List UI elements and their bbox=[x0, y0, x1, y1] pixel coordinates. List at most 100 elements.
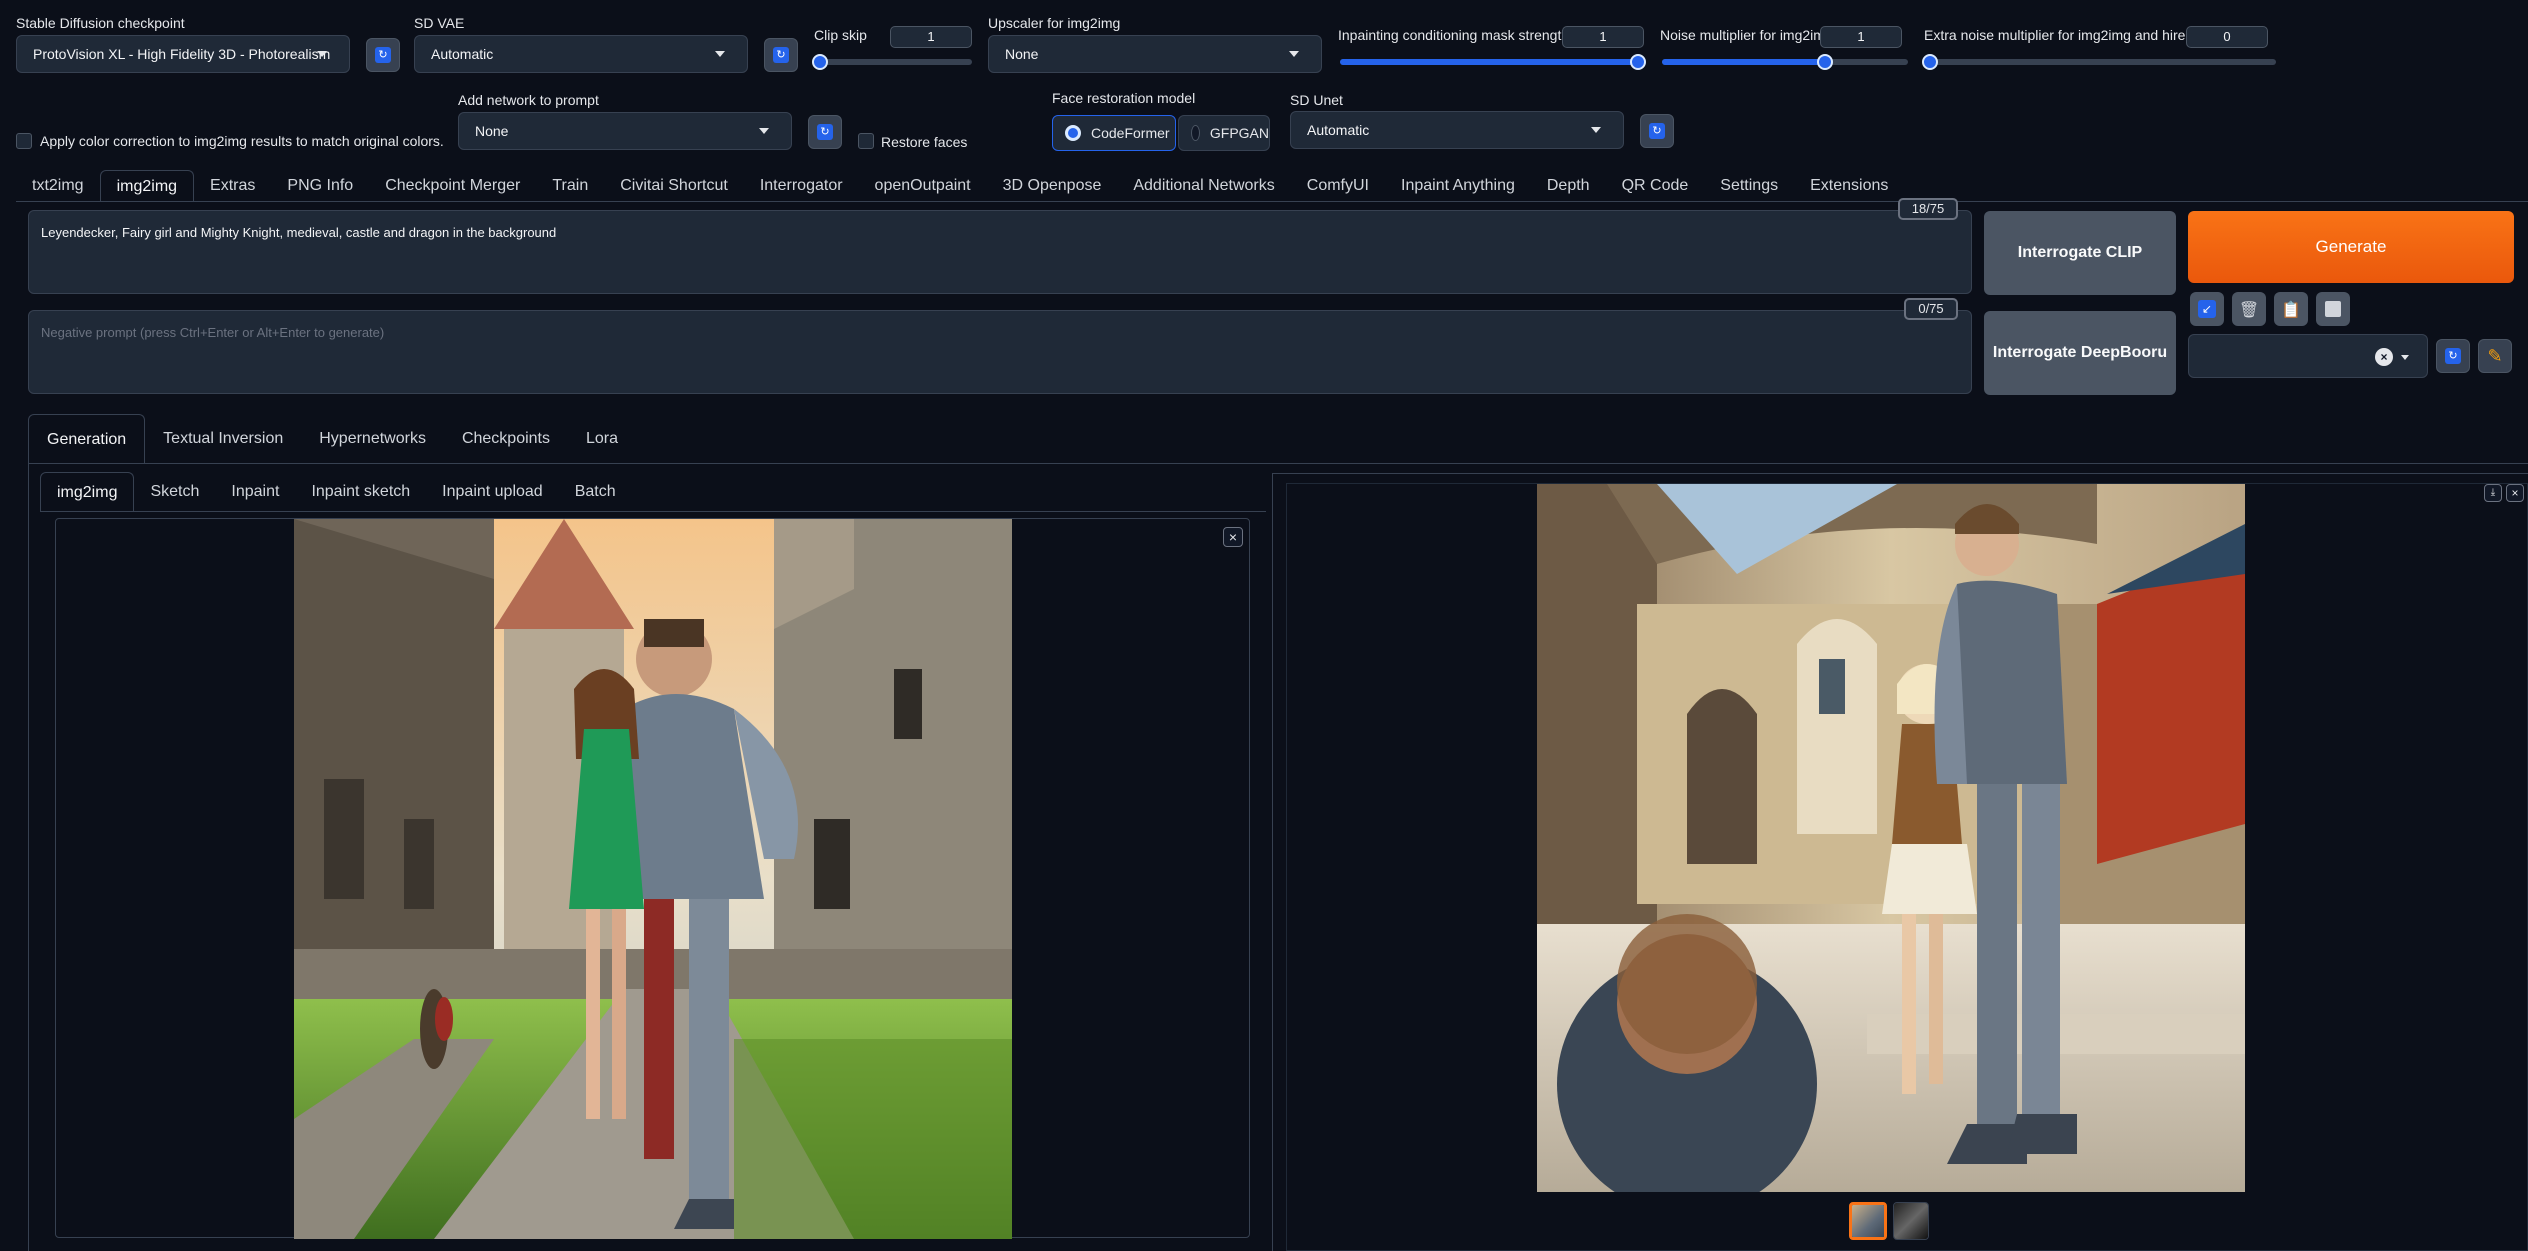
tab-lora[interactable]: Lora bbox=[568, 414, 636, 464]
tab-batch[interactable]: Batch bbox=[559, 472, 632, 512]
inpaint-mask-input[interactable]: 1 bbox=[1562, 26, 1644, 48]
vae-refresh-button[interactable]: ↻ bbox=[764, 38, 798, 72]
color-correction-checkbox[interactable] bbox=[16, 133, 32, 149]
tab-depth[interactable]: Depth bbox=[1531, 170, 1606, 202]
sd-unet-dropdown[interactable]: Automatic bbox=[1290, 111, 1624, 149]
face-option-codeformer[interactable]: CodeFormer bbox=[1052, 115, 1176, 151]
tab-textual-inversion[interactable]: Textual Inversion bbox=[145, 414, 301, 464]
vae-value: Automatic bbox=[431, 46, 494, 62]
tab-additional-networks[interactable]: Additional Networks bbox=[1117, 170, 1290, 202]
sd-unet-refresh-button[interactable]: ↻ bbox=[1640, 114, 1674, 148]
checkpoint-refresh-button[interactable]: ↻ bbox=[366, 38, 400, 72]
tab-interrogator[interactable]: Interrogator bbox=[744, 170, 859, 202]
slider-knob[interactable] bbox=[1922, 54, 1938, 70]
gallery-thumbnail[interactable] bbox=[1893, 1202, 1929, 1240]
checkpoint-value: ProtoVision XL - High Fidelity 3D - Phot… bbox=[33, 46, 331, 62]
noise-mult-input[interactable]: 1 bbox=[1820, 26, 1902, 48]
tab-train[interactable]: Train bbox=[536, 170, 604, 202]
tab-civitai-shortcut[interactable]: Civitai Shortcut bbox=[604, 170, 744, 202]
face-option-gfpgan[interactable]: GFPGAN bbox=[1178, 115, 1270, 151]
save-style-button[interactable] bbox=[2316, 292, 2350, 326]
input-image-box[interactable]: × bbox=[55, 518, 1250, 1239]
arrow-icon: ↙ bbox=[2198, 300, 2216, 318]
tab-png-info[interactable]: PNG Info bbox=[271, 170, 369, 202]
tab-txt2img[interactable]: txt2img bbox=[16, 170, 100, 202]
chevron-down-icon bbox=[1591, 127, 1601, 133]
tab-extras[interactable]: Extras bbox=[194, 170, 271, 202]
slider-knob[interactable] bbox=[1630, 54, 1646, 70]
upscaler-dropdown[interactable]: None bbox=[988, 35, 1322, 73]
prompt-token-counter: 18/75 bbox=[1898, 198, 1958, 220]
slider-knob[interactable] bbox=[812, 54, 828, 70]
clip-skip-label: Clip skip bbox=[814, 27, 867, 43]
slider-knob[interactable] bbox=[1817, 54, 1833, 70]
extra-noise-label: Extra noise multiplier for img2img and h… bbox=[1924, 27, 2211, 43]
pencil-icon: ✎ bbox=[2487, 345, 2503, 367]
tab-settings[interactable]: Settings bbox=[1704, 170, 1794, 202]
face-option-label: GFPGAN bbox=[1209, 125, 1269, 141]
add-network-dropdown[interactable]: None bbox=[458, 112, 792, 150]
tab-inpaint-anything[interactable]: Inpaint Anything bbox=[1385, 170, 1531, 202]
close-gallery-button[interactable]: × bbox=[2506, 484, 2524, 502]
noise-mult-slider[interactable] bbox=[1662, 54, 1908, 70]
tab-divider bbox=[16, 201, 2528, 202]
tab-hypernetworks[interactable]: Hypernetworks bbox=[301, 414, 444, 464]
chevron-down-icon bbox=[317, 51, 327, 57]
tab-sketch[interactable]: Sketch bbox=[134, 472, 215, 512]
chevron-down-icon bbox=[759, 128, 769, 134]
prompt-input[interactable]: Leyendecker, Fairy girl and Mighty Knigh… bbox=[28, 210, 1972, 294]
tab-img2img[interactable]: img2img bbox=[99, 170, 195, 202]
tab-openoutpaint[interactable]: openOutpaint bbox=[859, 170, 987, 202]
clear-input-image-button[interactable]: × bbox=[1223, 527, 1243, 547]
sd-unet-label: SD Unet bbox=[1290, 92, 1343, 108]
restore-faces-checkbox[interactable] bbox=[858, 133, 874, 149]
inpaint-mask-slider[interactable] bbox=[1340, 54, 1646, 70]
refresh-icon: ↻ bbox=[773, 47, 789, 63]
clear-icon[interactable]: × bbox=[2375, 348, 2393, 366]
tab-3d-openpose[interactable]: 3D Openpose bbox=[987, 170, 1118, 202]
tab-checkpoints[interactable]: Checkpoints bbox=[444, 414, 568, 464]
gallery-thumbnail-selected[interactable] bbox=[1849, 1202, 1887, 1240]
tab-inpaint-sketch[interactable]: Inpaint sketch bbox=[295, 472, 426, 512]
color-correction-label: Apply color correction to img2img result… bbox=[40, 133, 444, 149]
clip-skip-input[interactable]: 1 bbox=[890, 26, 972, 48]
interrogate-deepbooru-button[interactable]: Interrogate DeepBooru bbox=[1984, 311, 2176, 395]
output-image[interactable] bbox=[1537, 484, 2245, 1192]
generation-divider bbox=[28, 463, 2528, 464]
tab-qr-code[interactable]: QR Code bbox=[1606, 170, 1705, 202]
generate-button[interactable]: Generate bbox=[2188, 211, 2514, 283]
main-tabs: txt2img img2img Extras PNG Info Checkpoi… bbox=[16, 170, 1904, 202]
interrogate-clip-button[interactable]: Interrogate CLIP bbox=[1984, 211, 2176, 295]
tab-extensions[interactable]: Extensions bbox=[1794, 170, 1904, 202]
tab-img2img-mode[interactable]: img2img bbox=[40, 472, 135, 512]
extra-noise-slider[interactable] bbox=[1922, 54, 2276, 70]
read-params-button[interactable]: ↙ bbox=[2190, 292, 2224, 326]
styles-dropdown[interactable]: × bbox=[2188, 334, 2428, 378]
apply-style-button[interactable]: 📋 bbox=[2274, 292, 2308, 326]
edit-styles-button[interactable]: ✎ bbox=[2478, 339, 2512, 373]
add-network-refresh-button[interactable]: ↻ bbox=[808, 115, 842, 149]
tab-inpaint-upload[interactable]: Inpaint upload bbox=[426, 472, 559, 512]
tab-comfyui[interactable]: ComfyUI bbox=[1291, 170, 1385, 202]
styles-refresh-button[interactable]: ↻ bbox=[2436, 339, 2470, 373]
clear-prompt-button[interactable]: 🗑 bbox=[2232, 292, 2266, 326]
extra-noise-input[interactable]: 0 bbox=[2186, 26, 2268, 48]
restore-faces-label: Restore faces bbox=[881, 134, 968, 150]
vae-label: SD VAE bbox=[414, 15, 465, 31]
chevron-down-icon bbox=[2401, 355, 2409, 360]
chevron-down-icon bbox=[715, 51, 725, 57]
sd-unet-value: Automatic bbox=[1307, 122, 1370, 138]
img2img-tabs: img2img Sketch Inpaint Inpaint sketch In… bbox=[40, 472, 632, 512]
checkpoint-dropdown[interactable]: ProtoVision XL - High Fidelity 3D - Phot… bbox=[16, 35, 350, 73]
add-network-value: None bbox=[475, 123, 509, 139]
radio-selected-icon bbox=[1065, 125, 1081, 141]
tab-generation[interactable]: Generation bbox=[28, 414, 146, 464]
download-button[interactable]: ⤓ bbox=[2484, 484, 2502, 502]
tab-checkpoint-merger[interactable]: Checkpoint Merger bbox=[369, 170, 536, 202]
thumbnail-art bbox=[1894, 1203, 1928, 1239]
clip-skip-slider[interactable] bbox=[812, 54, 972, 70]
vae-dropdown[interactable]: Automatic bbox=[414, 35, 748, 73]
generation-border bbox=[28, 463, 29, 1251]
negative-prompt-input[interactable]: Negative prompt (press Ctrl+Enter or Alt… bbox=[28, 310, 1972, 394]
tab-inpaint[interactable]: Inpaint bbox=[215, 472, 295, 512]
